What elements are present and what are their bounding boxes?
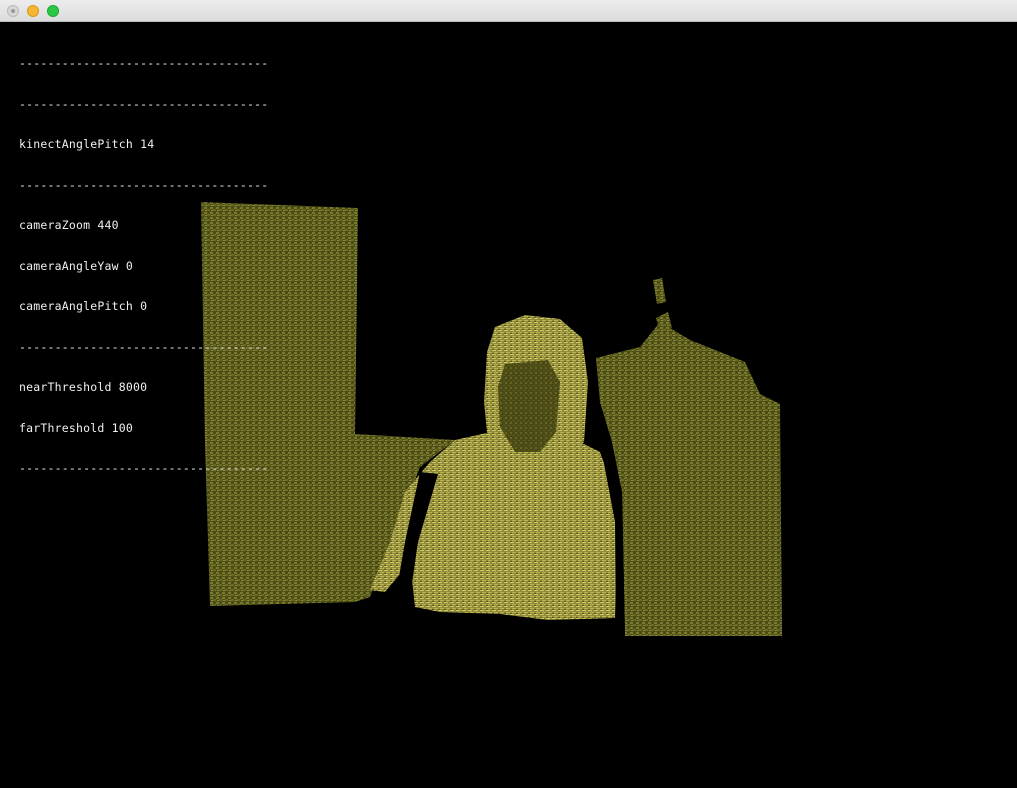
- near-threshold-readout: nearThreshold 8000: [19, 380, 148, 394]
- hud-separator: -----------------------------------: [19, 178, 269, 192]
- zoom-window-button[interactable]: [47, 5, 59, 17]
- point-cloud-viewport[interactable]: ----------------------------------- ----…: [0, 22, 1017, 788]
- right-wall-spur-points: [653, 278, 666, 304]
- hud-separator: -----------------------------------: [19, 57, 269, 70]
- app-window: ----------------------------------- ----…: [0, 0, 1017, 788]
- camera-angle-yaw-readout: cameraAngleYaw 0: [19, 258, 133, 273]
- hud-separator: -----------------------------------: [19, 97, 269, 111]
- kinect-angle-pitch-readout: kinectAnglePitch 14: [19, 137, 155, 151]
- camera-zoom-readout: cameraZoom 440: [19, 218, 119, 232]
- hud-separator: -----------------------------------: [19, 340, 269, 354]
- far-threshold-readout: farThreshold 100: [19, 420, 133, 435]
- minimize-window-button[interactable]: [27, 5, 39, 17]
- window-titlebar[interactable]: [0, 0, 1017, 22]
- debug-overlay: ----------------------------------- ----…: [19, 30, 268, 503]
- camera-angle-pitch-readout: cameraAnglePitch 0: [19, 299, 148, 313]
- close-window-button[interactable]: [7, 5, 19, 17]
- person-face-points: [498, 360, 560, 452]
- hud-separator: -----------------------------------: [19, 462, 269, 475]
